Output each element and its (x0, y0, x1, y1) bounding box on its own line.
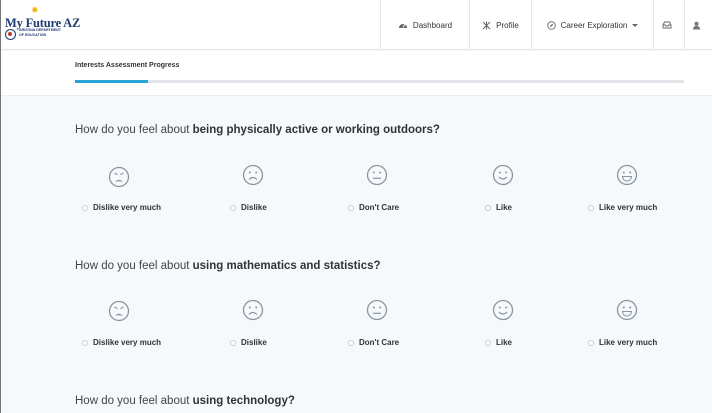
progress-label: Interests Assessment Progress (75, 62, 180, 69)
nav-career-exploration[interactable]: Career Exploration (531, 0, 653, 50)
star-icon: ✸ (31, 5, 39, 15)
question-1: How do you feel about being physically a… (75, 124, 440, 136)
logo-dept-line2: OF EDUCATION (19, 32, 47, 37)
dont-care-face-icon[interactable] (366, 299, 388, 321)
radio-button[interactable] (485, 204, 491, 211)
option-label: Like (496, 203, 513, 212)
nav-profile[interactable]: Profile (469, 0, 531, 50)
logo-dept-line1: ARIZONA DEPARTMENT (19, 28, 61, 32)
option-label: Dislike (241, 338, 267, 347)
inbox-icon (662, 21, 671, 29)
dislike-face-icon[interactable] (242, 299, 264, 321)
question-2-topic: using mathematics and statistics? (192, 260, 381, 272)
profile-icon (482, 21, 491, 29)
window-border (0, 0, 1, 413)
q2-option-like-very-much[interactable]: Like very much (588, 338, 657, 347)
nav-inbox[interactable] (653, 0, 684, 50)
nav-profile-label: Profile (496, 20, 519, 30)
q1-option-like[interactable]: Like (485, 203, 512, 212)
option-label: Dislike (241, 203, 267, 212)
q1-option-dislike[interactable]: Dislike (230, 203, 267, 212)
radio-button[interactable] (348, 339, 354, 346)
assessment-progress: Interests Assessment Progress (0, 51, 712, 96)
like-very-much-face-icon[interactable] (616, 164, 638, 186)
dislike-very-much-face-icon[interactable] (108, 166, 130, 188)
option-label: Dislike very much (93, 203, 162, 212)
logo-department: ARIZONA DEPARTMENT OF EDUCATION (19, 28, 61, 37)
like-face-icon[interactable] (492, 164, 514, 186)
nav-career-label: Career Exploration (560, 20, 628, 30)
progress-track (75, 80, 684, 83)
dislike-face-icon[interactable] (242, 164, 264, 186)
question-3: How do you feel about using technology? (75, 395, 295, 407)
question-2: How do you feel about using mathematics … (75, 260, 381, 272)
nav-user[interactable] (684, 0, 712, 50)
radio-button[interactable] (485, 339, 491, 346)
dont-care-face-icon[interactable] (366, 164, 388, 186)
state-seal-icon (5, 29, 16, 40)
progress-fill (75, 80, 149, 83)
nav-dashboard-label: Dashboard (412, 20, 453, 30)
radio-button[interactable] (82, 339, 88, 346)
like-face-icon[interactable] (492, 299, 514, 321)
top-navbar: ✸ My Future AZ ARIZONA DEPARTMENT OF EDU… (0, 0, 712, 50)
radio-button[interactable] (588, 339, 594, 346)
radio-button[interactable] (348, 204, 354, 211)
chevron-down-icon (632, 23, 639, 27)
option-label: Like very much (599, 203, 658, 212)
q2-option-like[interactable]: Like (485, 338, 512, 347)
option-label: Don't Care (359, 338, 400, 347)
nav-dashboard[interactable]: Dashboard (380, 0, 469, 50)
option-label: Don't Care (359, 203, 400, 212)
option-label: Like (496, 338, 513, 347)
option-label: Dislike very much (93, 338, 162, 347)
question-1-prefix: How do you feel about (75, 124, 193, 136)
gauge-icon (398, 23, 407, 28)
dislike-very-much-face-icon[interactable] (108, 300, 130, 322)
my-future-az-logo[interactable]: ✸ My Future AZ ARIZONA DEPARTMENT OF EDU… (5, 5, 85, 42)
radio-button[interactable] (230, 339, 236, 346)
radio-button[interactable] (588, 204, 594, 211)
compass-icon (546, 20, 556, 30)
q2-option-dislike-very-much[interactable]: Dislike very much (82, 338, 161, 347)
user-icon (692, 21, 700, 29)
question-1-topic: being physically active or working outdo… (192, 124, 440, 136)
q1-option-dislike-very-much[interactable]: Dislike very much (82, 203, 161, 212)
question-3-prefix: How do you feel about (75, 395, 193, 407)
radio-button[interactable] (230, 204, 236, 211)
q2-option-dislike[interactable]: Dislike (230, 338, 267, 347)
question-3-topic: using technology? (192, 395, 295, 407)
like-very-much-face-icon[interactable] (616, 299, 638, 321)
question-2-prefix: How do you feel about (75, 260, 193, 272)
option-label: Like very much (599, 338, 658, 347)
q1-option-dont-care[interactable]: Don't Care (348, 203, 399, 212)
radio-button[interactable] (82, 204, 88, 211)
q2-option-dont-care[interactable]: Don't Care (348, 338, 399, 347)
q1-option-like-very-much[interactable]: Like very much (588, 203, 657, 212)
